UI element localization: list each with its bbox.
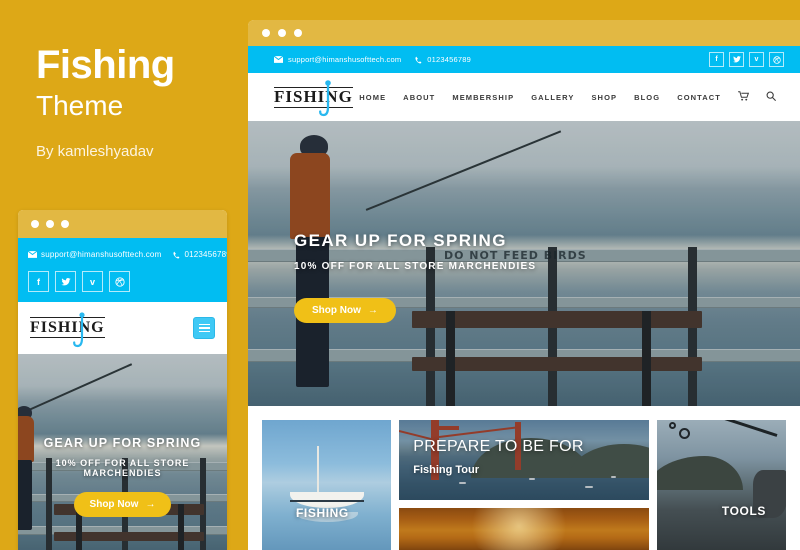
mobile-social-links: f v	[28, 271, 217, 292]
nav-item-about[interactable]: ABOUT	[403, 93, 435, 102]
card-tools[interactable]: TOOLS	[656, 420, 786, 550]
vimeo-icon[interactable]: v	[749, 52, 764, 67]
mobile-hero-subheadline: 10% OFF FOR ALL STORE MARCHENDIES	[55, 458, 190, 478]
search-icon[interactable]	[766, 91, 776, 104]
desktop-window-titlebar	[248, 20, 800, 46]
shop-now-label: Shop Now	[312, 305, 361, 316]
envelope-icon	[274, 56, 283, 63]
site-topbar: support@himanshusofttech.com 0123456789 …	[248, 46, 800, 73]
card-photo-golden-gate	[399, 420, 649, 500]
site-logo[interactable]: FISHING	[30, 312, 105, 348]
contact-info: support@himanshusofttech.com 0123456789	[274, 55, 471, 64]
window-dot-1[interactable]	[31, 220, 39, 228]
main-navigation: HOME ABOUT MEMBERSHIP GALLERY SHOP BLOG …	[359, 90, 776, 104]
topbar-email-text: support@himanshusofttech.com	[288, 55, 402, 64]
window-dot-3[interactable]	[61, 220, 69, 228]
page-subtitle: Theme	[36, 90, 124, 121]
arrow-right-icon: →	[367, 305, 378, 316]
site-header: FISHING HOME ABOUT MEMBERSHIP GALLERY SH…	[248, 73, 800, 121]
twitter-bird-glyph	[732, 56, 741, 63]
mobile-preview-window: support@himanshusofttech.com 0123456789 …	[18, 210, 227, 550]
social-links: f v	[709, 52, 784, 67]
card-fishing[interactable]: FISHING	[262, 420, 392, 550]
nav-item-contact[interactable]: CONTACT	[677, 93, 721, 102]
shop-now-button[interactable]: Shop Now →	[294, 298, 396, 323]
dribbble-glyph	[114, 276, 125, 287]
dribbble-icon[interactable]	[109, 271, 130, 292]
logo-text: FISHING	[30, 319, 105, 336]
mobile-shop-now-label: Shop Now	[89, 499, 139, 510]
hamburger-menu-icon[interactable]	[193, 317, 215, 339]
phone-icon	[415, 56, 422, 63]
window-dot-2[interactable]	[278, 29, 286, 37]
window-dot-3[interactable]	[294, 29, 302, 37]
logo-rules: FISHING	[30, 317, 105, 338]
envelope-icon	[28, 251, 37, 258]
card-photo-fishing-rod	[656, 420, 786, 550]
card-fishing-tour[interactable]: PREPARE TO BE FOR Fishing Tour	[399, 420, 649, 500]
phone-icon	[173, 251, 180, 258]
dribbble-glyph	[772, 55, 781, 64]
desktop-preview-window: support@himanshusofttech.com 0123456789 …	[248, 20, 800, 550]
logo-text: FISHING	[274, 86, 353, 106]
site-logo[interactable]: FISHING	[274, 79, 353, 116]
search-glyph	[766, 91, 776, 101]
topbar-email[interactable]: support@himanshusofttech.com	[274, 55, 401, 64]
mobile-topbar: support@himanshusofttech.com 0123456789 …	[18, 238, 227, 302]
brand-block: Fishing Theme By kamleshyadav	[36, 44, 236, 160]
twitter-bird-glyph	[60, 277, 71, 285]
topbar-phone-text: 0123456789	[427, 55, 471, 64]
theme-author: By kamleshyadav	[36, 143, 154, 160]
card-sunset[interactable]	[399, 508, 649, 550]
dribbble-icon[interactable]	[769, 52, 784, 67]
card-fishing-label: FISHING	[296, 506, 349, 520]
twitter-icon[interactable]	[729, 52, 744, 67]
nav-item-gallery[interactable]: GALLERY	[531, 93, 574, 102]
card-tools-label: TOOLS	[721, 504, 766, 518]
card-photo-sunset	[399, 508, 649, 550]
card-photo-sailboat	[262, 420, 392, 550]
card-tour-subtitle: Fishing Tour	[413, 464, 480, 476]
fish-hook-icon	[73, 312, 85, 348]
shopping-cart-icon[interactable]	[738, 90, 750, 104]
logo-rules: FISHING	[274, 86, 353, 108]
left-promo-panel: Fishing Theme By kamleshyadav support@hi…	[0, 0, 245, 550]
topbar-phone[interactable]: 0123456789	[415, 55, 471, 64]
hero-copy: GEAR UP FOR SPRING 10% OFF FOR ALL STORE…	[294, 231, 536, 323]
vimeo-icon[interactable]: v	[82, 271, 103, 292]
facebook-icon[interactable]: f	[709, 52, 724, 67]
mobile-email[interactable]: support@himanshusofttech.com	[28, 250, 161, 259]
mobile-hero-headline: GEAR UP FOR SPRING	[43, 436, 202, 450]
hero-banner: DO NOT FEED BIRDS GEAR UP FOR SPRING 10%…	[248, 121, 800, 406]
mobile-hero-banner: GEAR UP FOR SPRING 10% OFF FOR ALL STORE…	[18, 354, 227, 550]
arrow-right-icon: →	[145, 499, 156, 510]
feature-card-grid: FISHING PREPARE TO BE FOR Fishing Tour T…	[248, 406, 800, 550]
hero-subheadline: 10% OFF FOR ALL STORE MARCHENDIES	[294, 261, 537, 272]
nav-item-blog[interactable]: BLOG	[634, 93, 660, 102]
hero-headline: GEAR UP FOR SPRING	[294, 231, 507, 250]
page-title: Fishing	[36, 43, 175, 87]
mobile-contact-info: support@himanshusofttech.com 0123456789	[28, 250, 227, 259]
mobile-email-text: support@himanshusofttech.com	[41, 250, 162, 259]
fish-hook-icon	[319, 79, 331, 116]
window-dot-2[interactable]	[46, 220, 54, 228]
mobile-hero-copy: GEAR UP FOR SPRING 10% OFF FOR ALL STORE…	[18, 436, 227, 517]
card-column-middle: PREPARE TO BE FOR Fishing Tour	[399, 420, 649, 550]
mobile-phone-text: 0123456789	[184, 250, 227, 259]
mobile-phone[interactable]: 0123456789	[173, 250, 227, 259]
nav-item-home[interactable]: HOME	[359, 93, 386, 102]
window-dot-1[interactable]	[262, 29, 270, 37]
nav-item-membership[interactable]: MEMBERSHIP	[452, 93, 514, 102]
cart-glyph	[738, 90, 750, 101]
mobile-shop-now-button[interactable]: Shop Now →	[73, 492, 172, 517]
card-tour-title: PREPARE TO BE FOR	[413, 438, 584, 455]
facebook-icon[interactable]: f	[28, 271, 49, 292]
nav-item-shop[interactable]: SHOP	[591, 93, 617, 102]
mobile-site-header: FISHING	[18, 302, 227, 354]
twitter-icon[interactable]	[55, 271, 76, 292]
mobile-window-titlebar	[18, 210, 227, 238]
